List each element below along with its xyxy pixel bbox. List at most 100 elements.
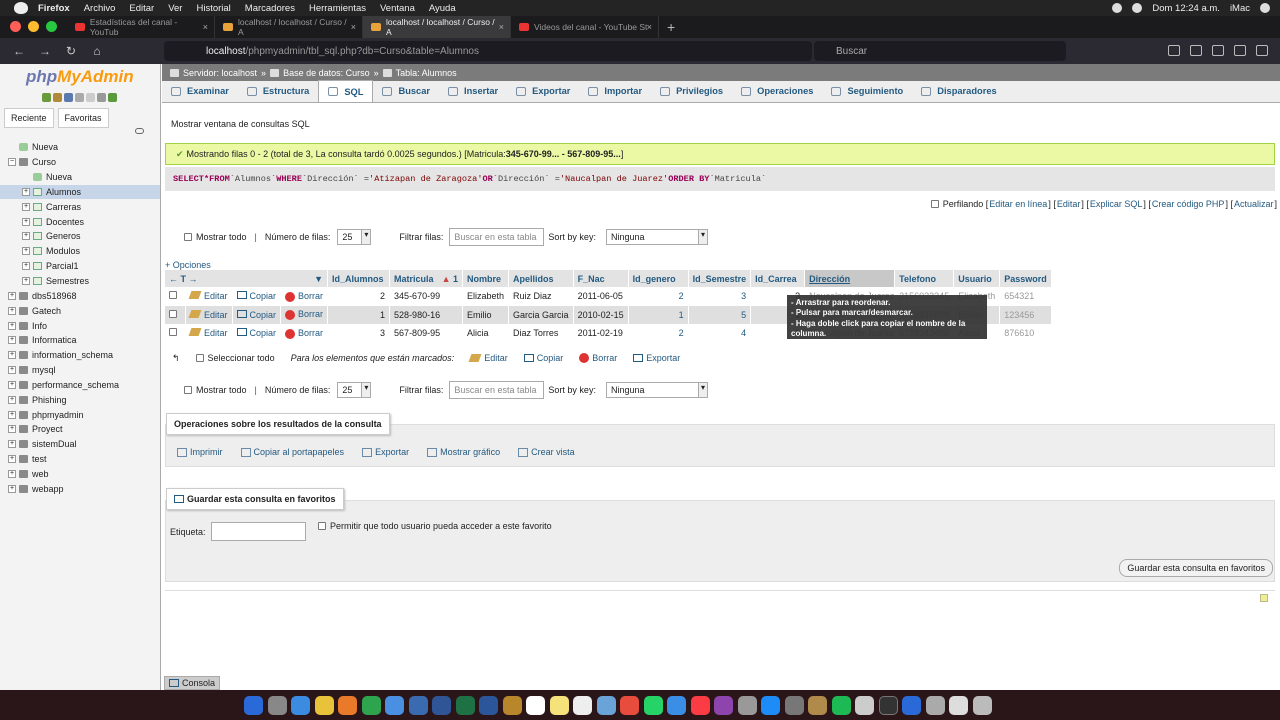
table-cell-nombre[interactable]: Emilio (462, 305, 510, 324)
print-button[interactable]: Imprimir (177, 447, 223, 457)
tree-item-docentes[interactable]: + Docentes (0, 214, 160, 229)
bulk-export-button[interactable]: Exportar (633, 353, 680, 363)
table-cell-apellidos[interactable]: Diaz Torres (508, 324, 574, 343)
filter-input[interactable]: Buscar en esta tabla (449, 228, 545, 246)
tab-estructura[interactable]: Estructura (238, 80, 319, 102)
copy-button[interactable]: Copiar (232, 287, 282, 306)
expand-icon[interactable]: + (22, 217, 30, 226)
edit-button[interactable]: Editar (185, 287, 233, 306)
close-tab-icon[interactable]: × (351, 22, 356, 32)
delete-button[interactable]: Borrar (280, 305, 329, 324)
app-icon[interactable] (596, 695, 616, 715)
expand-icon[interactable]: + (8, 455, 16, 464)
back-icon[interactable]: ← (12, 44, 26, 58)
trash-icon[interactable] (972, 695, 992, 715)
profiling-checkbox[interactable] (930, 200, 939, 208)
app-icon[interactable] (949, 695, 968, 715)
column-header[interactable]: F_Nac (573, 270, 629, 287)
column-header[interactable]: Telefono (894, 270, 955, 287)
menu-icon[interactable] (1256, 45, 1268, 56)
url-bar[interactable]: localhost/phpmyadmin/tbl_sql.php?db=Curs… (164, 41, 812, 61)
tree-item-webapp[interactable]: + webapp (0, 481, 160, 496)
docs-icon[interactable] (75, 93, 84, 102)
edit-button[interactable]: Editar (185, 324, 233, 343)
tree-item-semestres[interactable]: + Semestres (0, 274, 160, 289)
help-icon[interactable] (64, 93, 73, 102)
column-header[interactable]: Id_Alumnos (327, 270, 391, 287)
options-link[interactable]: + Opciones (165, 260, 211, 270)
calendar-icon[interactable] (526, 695, 545, 715)
table-cell-matricula[interactable]: 528-980-16 (389, 305, 463, 324)
expand-icon[interactable]: + (8, 291, 16, 300)
tab-sql[interactable]: SQL (318, 80, 374, 102)
expand-icon[interactable]: + (8, 336, 16, 345)
row-checkbox[interactable] (169, 291, 177, 300)
excel-icon[interactable] (455, 695, 475, 715)
record-icon[interactable] (1112, 3, 1123, 13)
menu-historial[interactable]: Historial (196, 3, 230, 14)
show-sql-window-link[interactable]: Mostrar ventana de consultas SQL (171, 119, 310, 129)
notes-icon[interactable] (549, 695, 569, 715)
table-cell-id-genero[interactable]: 2 (628, 324, 689, 343)
menu-app[interactable]: Firefox (38, 3, 70, 14)
gear-icon[interactable] (97, 93, 106, 102)
photoshop-icon[interactable] (432, 695, 451, 715)
table-cell-password[interactable]: 654321 (999, 287, 1052, 306)
browser-tab[interactable]: Estadísticas del canal - YouTub × (67, 16, 215, 38)
tree-item-nueva[interactable]: Nueva (0, 170, 160, 185)
tree-item-curso[interactable]: − Curso (0, 155, 160, 170)
tree-item-generos[interactable]: + Generos (0, 229, 160, 244)
tree-item-test[interactable]: + test (0, 452, 160, 467)
inline-edit-link[interactable]: Editar en línea (989, 199, 1047, 209)
tree-item-sistemdual[interactable]: + sistemDual (0, 437, 160, 452)
browser-search-input[interactable]: Buscar (814, 41, 1066, 61)
expand-icon[interactable]: + (22, 262, 30, 271)
table-cell-id-semestre[interactable]: 4 (688, 324, 752, 343)
table-cell-matricula[interactable]: 567-809-95 (389, 324, 463, 343)
reminders-icon[interactable] (573, 695, 592, 715)
crumb-server[interactable]: Servidor: localhost (183, 68, 257, 78)
minimize-window-icon[interactable] (28, 21, 39, 32)
sort-select[interactable]: Ninguna (605, 229, 708, 245)
table-cell-id-semestre[interactable]: 5 (688, 305, 752, 324)
delete-button[interactable]: Borrar (280, 324, 329, 343)
tab-insertar[interactable]: Insertar (439, 80, 507, 102)
table-cell-nombre[interactable]: Elizabeth (462, 287, 510, 306)
bulk-delete-button[interactable]: Borrar (579, 353, 617, 363)
row-checkbox[interactable] (169, 328, 177, 337)
launchpad-icon[interactable] (267, 695, 287, 715)
tab-privilegios[interactable]: Privilegios (651, 80, 732, 102)
menu-ventana[interactable]: Ventana (380, 3, 415, 14)
filter-input[interactable]: Buscar en esta tabla (449, 381, 545, 399)
tree-item-info[interactable]: + Info (0, 318, 160, 333)
browser-tab-active[interactable]: localhost / localhost / Curso / A × (363, 16, 511, 38)
select-all-label[interactable]: Seleccionar todo (208, 353, 275, 363)
close-tab-icon[interactable]: × (203, 22, 208, 32)
wifi-icon[interactable] (1132, 3, 1143, 13)
rows-select[interactable]: 25 (337, 229, 372, 245)
expand-icon[interactable]: + (8, 395, 16, 404)
tree-item-performance-schema[interactable]: + performance_schema (0, 378, 160, 393)
tree-item-nueva[interactable]: Nueva (0, 140, 160, 155)
settings-icon[interactable] (784, 695, 804, 715)
table-cell-id-alumnos[interactable]: 3 (327, 324, 391, 343)
logout-icon[interactable] (53, 93, 62, 102)
tree-item-parcial1[interactable]: + Parcial1 (0, 259, 160, 274)
table-cell-password[interactable]: 123456 (999, 305, 1052, 324)
music-icon[interactable] (690, 695, 710, 715)
table-cell-apellidos[interactable]: Garcia Garcia (508, 305, 574, 324)
table-cell-apellidos[interactable]: Ruiz Diaz (508, 287, 574, 306)
close-window-icon[interactable] (10, 21, 21, 32)
tab-importar[interactable]: Importar (579, 80, 651, 102)
table-cell-f-nac[interactable]: 2011-02-19 (573, 324, 629, 343)
menu-herramientas[interactable]: Herramientas (309, 3, 366, 14)
photos-icon[interactable] (620, 695, 639, 715)
export-button[interactable]: Exportar (362, 447, 409, 457)
column-header[interactable]: Matricula ▲ 1 (389, 270, 463, 287)
expand-icon[interactable]: + (22, 277, 30, 286)
menu-archivo[interactable]: Archivo (84, 3, 116, 14)
tab-seguimiento[interactable]: Seguimiento (822, 80, 912, 102)
refresh-link[interactable]: Actualizar (1234, 199, 1274, 209)
tree-item-information-schema[interactable]: + information_schema (0, 348, 160, 363)
close-tab-icon[interactable]: × (499, 22, 504, 32)
